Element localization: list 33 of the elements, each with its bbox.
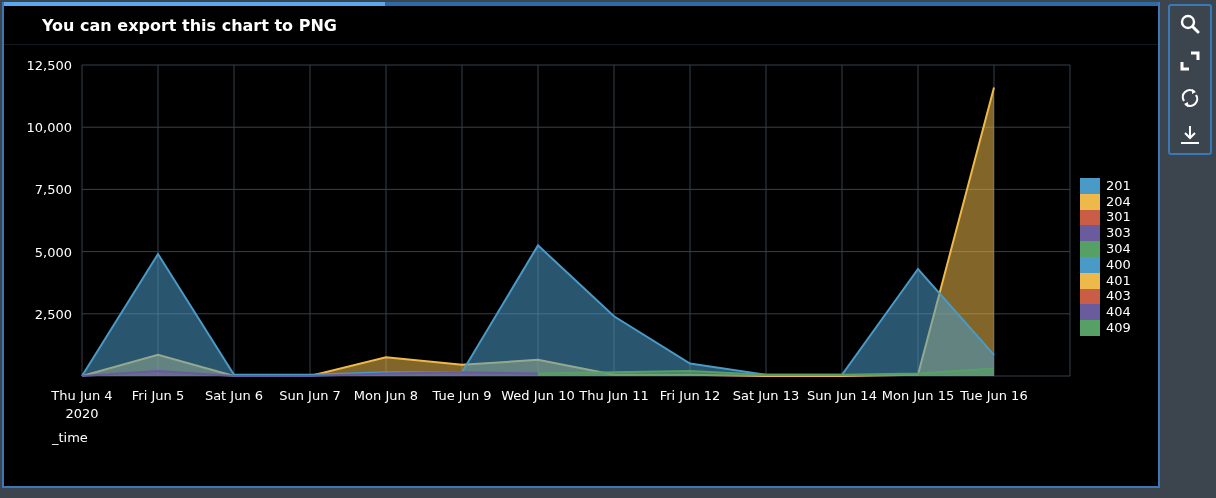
y-tick-label: 12,500 [26,58,72,73]
x-tick-label: Sat Jun 13 [732,388,800,403]
legend-label[interactable]: 304 [1106,242,1131,257]
legend-label[interactable]: 201 [1106,178,1131,193]
y-tick-label: 10,000 [26,120,72,136]
x-tick-label: Sat Jun 6 [204,388,264,403]
legend-label[interactable]: 400 [1106,257,1131,272]
x-tick-label: Mon Jun 15 [881,388,955,403]
download-button[interactable] [1178,123,1202,147]
legend-label[interactable]: 204 [1106,194,1131,209]
legend-label[interactable]: 301 [1106,210,1131,225]
legend-label[interactable]: 409 [1106,321,1131,336]
y-tick-label: 7,500 [34,182,72,198]
legend-label[interactable]: 403 [1106,289,1131,304]
x-tick-label: Sun Jun 14 [807,388,877,403]
x-tick-label: Sun Jun 7 [279,388,341,403]
x-tick-label: Fri Jun 5 [131,388,185,403]
x-tick-label: Tue Jun 16 [960,388,1028,403]
x-tick-label: Mon Jun 8 [353,388,419,403]
legend-label[interactable]: 404 [1106,305,1131,320]
x-tick-label: Fri Jun 12 [659,388,721,403]
expand-button[interactable] [1178,49,1202,73]
legend-label[interactable]: 401 [1106,273,1131,288]
y-tick-label: 5,000 [34,244,72,260]
x-tick-label: Thu Jun 4 2020 [51,388,113,421]
y-tick-label: 2,500 [34,306,72,322]
x-tick-label: Wed Jun 10 [501,388,575,403]
legend-label[interactable]: 303 [1106,226,1131,241]
panel-title: You can export this chart to PNG [42,15,337,35]
x-axis-title: _time [52,430,88,445]
x-tick-label: Thu Jun 11 [579,388,649,403]
x-tick-label: Tue Jun 9 [432,388,492,403]
search-button[interactable] [1178,12,1202,36]
